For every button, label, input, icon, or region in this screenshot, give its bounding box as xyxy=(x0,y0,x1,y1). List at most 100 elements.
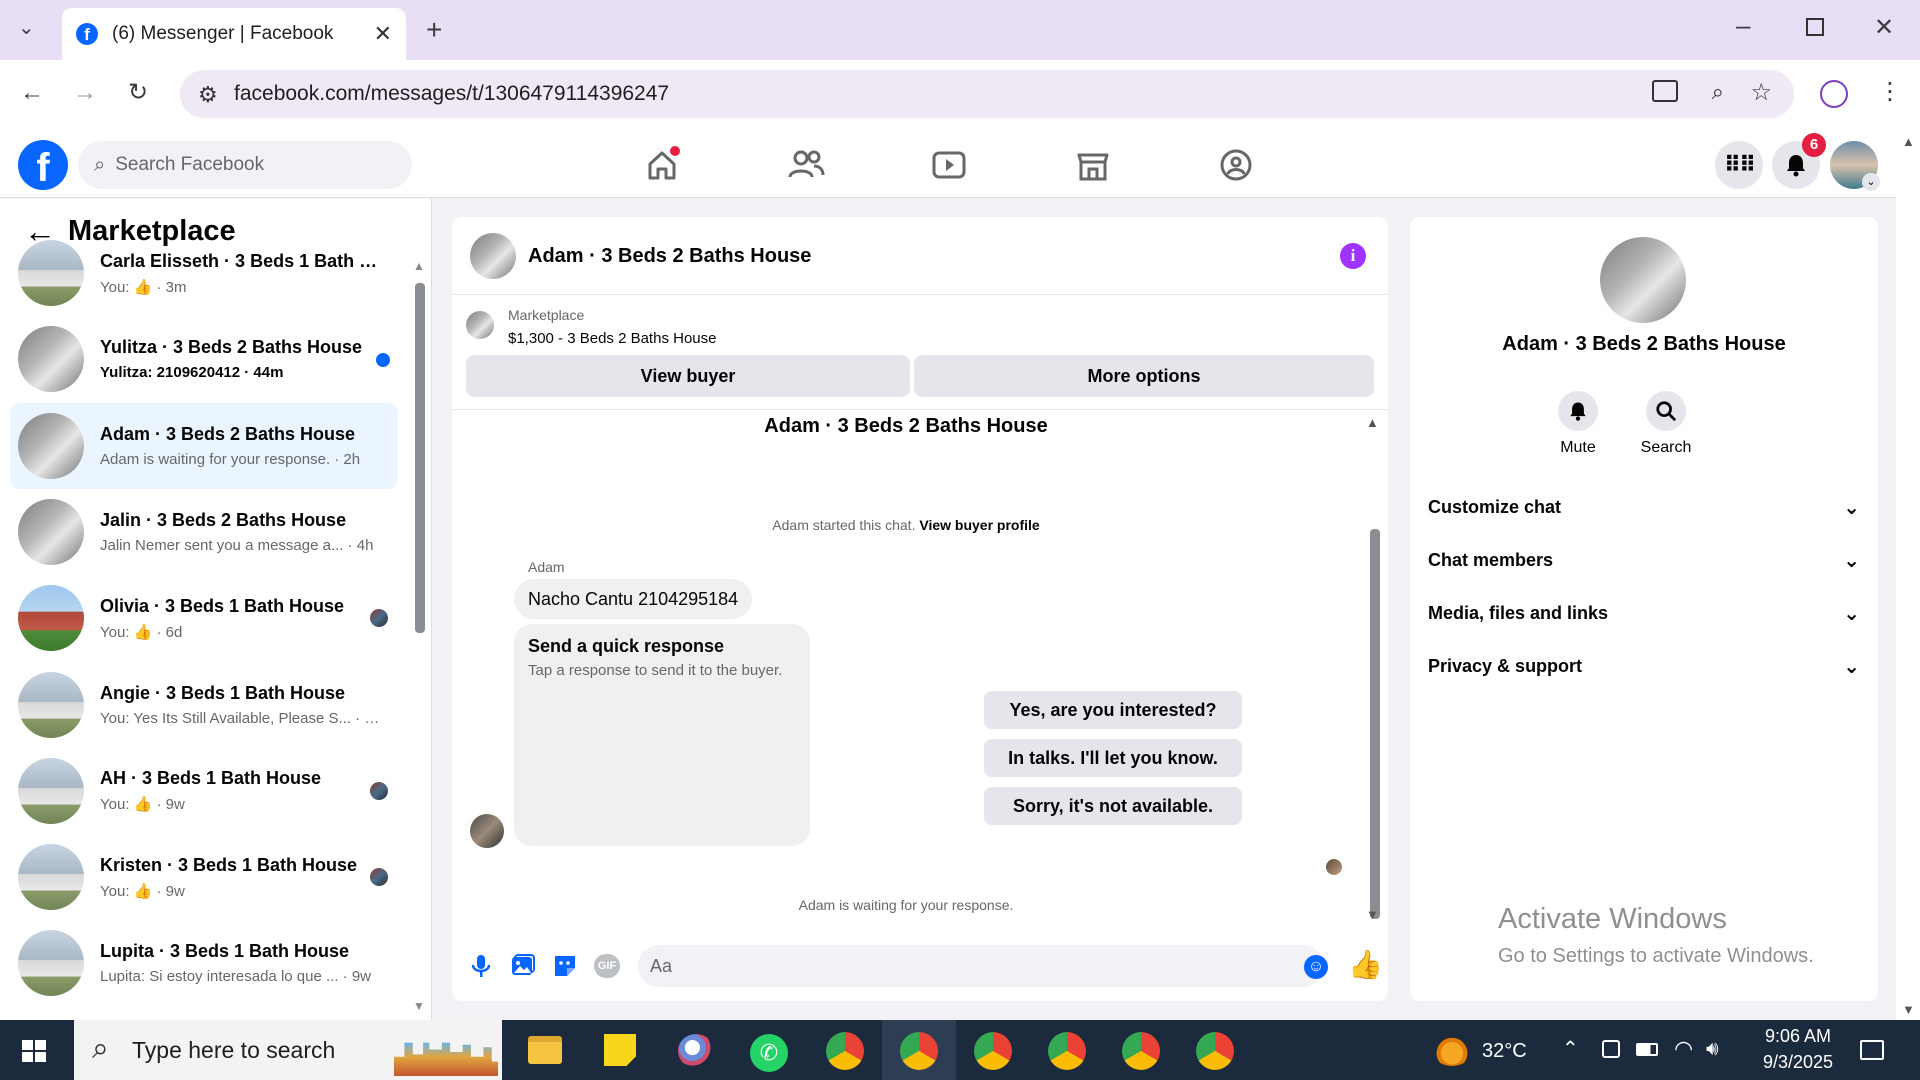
sidebar-scroll-up-icon[interactable]: ▲ xyxy=(413,259,425,273)
message-input[interactable]: Aa xyxy=(638,945,1324,987)
menu-dots-icon[interactable]: ⋮ xyxy=(1878,80,1902,104)
home-icon[interactable] xyxy=(642,145,682,185)
microphone-icon[interactable] xyxy=(468,953,494,979)
privacy-support-section[interactable]: Privacy & support ⌄ xyxy=(1428,646,1860,686)
photo-icon[interactable] xyxy=(510,953,536,979)
site-settings-icon[interactable]: ⚙ xyxy=(198,82,218,108)
search-facebook-input[interactable]: ⌕ Search Facebook xyxy=(78,141,412,189)
chrome-app-icon-2[interactable] xyxy=(900,1032,938,1070)
message-bubble[interactable]: Nacho Cantu 2104295184 xyxy=(514,579,753,619)
chat-scroll-down-icon[interactable]: ▼ xyxy=(1366,907,1379,922)
quick-reply-interested[interactable]: Yes, are you interested? xyxy=(984,691,1242,729)
view-buyer-profile-link[interactable]: View buyer profile xyxy=(919,517,1039,533)
chat-members-section[interactable]: Chat members ⌄ xyxy=(1428,540,1860,580)
new-tab-icon[interactable]: + xyxy=(426,16,442,44)
weather-icon[interactable] xyxy=(1432,1034,1472,1066)
meet-now-icon[interactable] xyxy=(1602,1040,1620,1058)
browser-tab[interactable]: f (6) Messenger | Facebook ✕ xyxy=(62,8,406,60)
conversation-item[interactable]: Kristen · 3 Beds 1 Bath House You: 👍 · 9w xyxy=(10,834,398,920)
profile-icon[interactable] xyxy=(1820,80,1848,108)
emoji-icon[interactable]: ☺ xyxy=(1304,955,1328,979)
snipping-tool-icon[interactable] xyxy=(678,1034,714,1068)
tab-search-icon[interactable]: ⌄ xyxy=(18,18,35,38)
volume-icon[interactable]: 🔊︎ xyxy=(1706,1038,1719,1061)
sticky-notes-icon[interactable] xyxy=(604,1034,636,1066)
forward-icon[interactable]: → xyxy=(73,81,97,105)
address-bar[interactable]: ⚙ facebook.com/messages/t/13064791143962… xyxy=(180,70,1794,118)
back-icon[interactable]: ← xyxy=(20,81,44,105)
start-windows-icon[interactable] xyxy=(22,1040,46,1062)
minimize-icon[interactable]: – xyxy=(1736,12,1750,38)
conversation-item[interactable]: Olivia · 3 Beds 1 Bath House You: 👍 · 6d xyxy=(10,575,398,661)
conversation-item[interactable]: Adam · 3 Beds 2 Baths House Adam is waiti… xyxy=(10,402,398,489)
gif-icon[interactable]: GIF xyxy=(594,954,620,978)
mute-button[interactable] xyxy=(1558,391,1598,431)
chat-scroll-up-icon[interactable]: ▲ xyxy=(1366,415,1379,430)
close-window-icon[interactable]: ✕ xyxy=(1874,16,1894,40)
video-icon[interactable] xyxy=(929,145,969,185)
friends-icon[interactable] xyxy=(786,145,826,185)
account-chevron-icon[interactable]: ⌄ xyxy=(1862,173,1880,191)
taskbar-search-box[interactable]: ⌕ Type here to search xyxy=(74,1020,502,1080)
temperature-text[interactable]: 32°C xyxy=(1482,1040,1527,1063)
chrome-app-icon-3[interactable] xyxy=(974,1032,1012,1070)
restore-icon[interactable] xyxy=(1806,18,1824,36)
conversation-preview: Yulitza: 2109620412 · 44m xyxy=(100,364,284,382)
chrome-app-icon-6[interactable] xyxy=(1196,1032,1234,1070)
zoom-icon[interactable]: ⌕ xyxy=(1712,79,1724,105)
chevron-down-icon: ⌄ xyxy=(1843,549,1860,572)
battery-icon[interactable] xyxy=(1636,1043,1658,1056)
sender-avatar[interactable] xyxy=(470,814,504,848)
listing-thumbnail[interactable] xyxy=(466,311,494,339)
conversation-item[interactable]: AH · 3 Beds 1 Bath House You: 👍 · 9w xyxy=(10,748,398,834)
more-options-button[interactable]: More options xyxy=(914,355,1374,397)
details-avatar[interactable] xyxy=(1600,237,1686,323)
sticker-icon[interactable] xyxy=(552,953,578,979)
sidebar-scroll-down-icon[interactable]: ▼ xyxy=(413,999,425,1013)
marketplace-icon[interactable] xyxy=(1073,145,1113,185)
chat-header-title[interactable]: Adam · 3 Beds 2 Baths House xyxy=(528,245,811,268)
notification-center-icon[interactable] xyxy=(1860,1040,1884,1060)
sidebar-scrollbar-thumb[interactable] xyxy=(415,283,425,633)
menu-grid-button[interactable]: ⠿⠿ xyxy=(1715,141,1763,189)
customize-chat-section[interactable]: Customize chat ⌄ xyxy=(1428,487,1860,527)
chrome-app-icon-5[interactable] xyxy=(1122,1032,1160,1070)
file-explorer-icon[interactable] xyxy=(528,1036,562,1064)
conversation-item[interactable]: Carla Elisseth · 3 Beds 1 Bath Ho... You:… xyxy=(10,230,398,316)
clock-date[interactable]: 9/3/2025 xyxy=(1754,1052,1842,1073)
view-buyer-button[interactable]: View buyer xyxy=(466,355,910,397)
bookmark-star-icon[interactable]: ☆ xyxy=(1750,78,1772,107)
conversation-item[interactable]: Lupita · 3 Beds 1 Bath House Lupita: Si e… xyxy=(10,920,398,1006)
listing-price[interactable]: $1,300 - 3 Beds 2 Baths House xyxy=(508,330,716,347)
search-chat-button[interactable] xyxy=(1646,391,1686,431)
page-scroll-up-icon[interactable]: ▲ xyxy=(1902,134,1915,149)
quick-reply-in-talks[interactable]: In talks. I'll let you know. xyxy=(984,739,1242,777)
conversation-item[interactable]: Angie · 3 Beds 1 Bath House You: Yes Its … xyxy=(10,662,398,748)
chrome-app-icon-4[interactable] xyxy=(1048,1032,1086,1070)
install-app-icon[interactable] xyxy=(1652,80,1678,102)
page-scroll-down-icon[interactable]: ▼ xyxy=(1902,1002,1915,1017)
search-label: Search xyxy=(1640,439,1692,456)
sender-name: Adam xyxy=(528,559,565,575)
quick-reply-not-available[interactable]: Sorry, it's not available. xyxy=(984,787,1242,825)
like-thumb-icon[interactable]: 👍 xyxy=(1348,951,1383,979)
chat-scrollbar-thumb[interactable] xyxy=(1370,529,1380,919)
conversation-item[interactable]: Jalin · 3 Beds 2 Baths House Jalin Nemer … xyxy=(10,489,398,575)
chat-header-thumbnail[interactable] xyxy=(470,233,516,279)
chat-info-icon[interactable]: i xyxy=(1340,243,1366,269)
conversation-preview: You: 👍 · 9w xyxy=(100,796,185,814)
chrome-app-icon-1[interactable] xyxy=(826,1032,864,1070)
close-tab-icon[interactable]: ✕ xyxy=(374,21,392,47)
media-files-links-section[interactable]: Media, files and links ⌄ xyxy=(1428,593,1860,633)
clock-time[interactable]: 9:06 AM xyxy=(1754,1026,1842,1047)
facebook-logo-icon[interactable]: f xyxy=(18,140,68,190)
wifi-icon[interactable]: ◠ xyxy=(1674,1036,1693,1062)
groups-icon[interactable] xyxy=(1216,145,1256,185)
conversation-item[interactable]: Yulitza · 3 Beds 2 Baths House Yulitza: 2… xyxy=(10,316,398,402)
details-name: Adam · 3 Beds 2 Baths House xyxy=(1502,333,1786,355)
whatsapp-icon[interactable]: ✆ xyxy=(750,1034,788,1072)
tray-chevron-icon[interactable]: ⌃ xyxy=(1562,1036,1579,1061)
activate-windows-subtitle: Go to Settings to activate Windows. xyxy=(1498,945,1814,967)
reload-icon[interactable]: ↻ xyxy=(128,81,148,105)
page-scrollbar[interactable] xyxy=(1896,128,1920,1020)
